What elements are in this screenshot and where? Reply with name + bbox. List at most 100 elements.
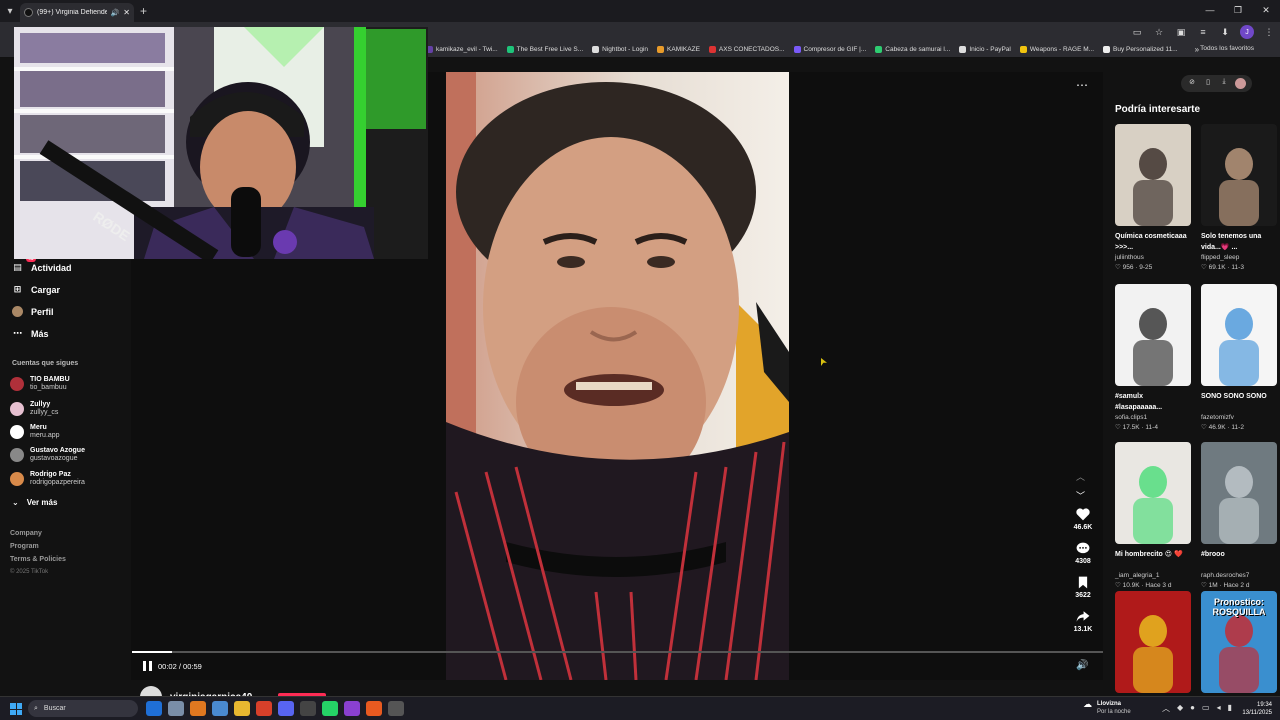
app-icon[interactable] <box>168 701 184 716</box>
bookmark-label: kamikaze_evil - Twi... <box>436 46 498 53</box>
recommended-video-card[interactable]: Química cosmeticaaa >>>... juliinthous ♡ 9… <box>1115 124 1191 271</box>
playback-time: 00:02 / 00:59 <box>158 662 202 671</box>
obs-icon[interactable] <box>300 701 316 716</box>
browser-tab-bar: ▾ (99+) Virginia Defiende Su I 🔊 ✕ + — ❐… <box>0 0 1280 22</box>
more-bookmarks-icon[interactable]: » <box>1195 45 1199 54</box>
download-icon[interactable]: ⬇ <box>1218 25 1232 39</box>
edge-icon[interactable] <box>146 701 162 716</box>
comment-button[interactable]: 4308 <box>1068 542 1098 565</box>
taskbar-apps <box>146 701 404 716</box>
panel-toolbar: ⊘ ▯ ⤓ <box>1181 75 1252 92</box>
thumbnail-overlay-text: Pronostico: ROSQUILLA <box>1212 597 1266 617</box>
bookmark-item[interactable]: Buy Personalized 11... <box>1103 46 1178 53</box>
like-button[interactable]: 46.6K <box>1068 508 1098 531</box>
recommended-video-card[interactable]: #brooo raph.desroches7 ♡ 1M · Hace 2 d <box>1201 442 1277 589</box>
recommended-video-card[interactable]: Pronostico: ROSQUILLA <box>1201 591 1277 693</box>
nav-activity[interactable]: ▤ 46 Actividad <box>12 256 72 273</box>
maximize-button[interactable]: ❐ <box>1224 0 1252 22</box>
bookmark-item[interactable]: Cabeza de samurai l... <box>875 46 950 53</box>
card-likes: 1M <box>1208 582 1218 589</box>
app-icon[interactable] <box>212 701 228 716</box>
bookmark-item[interactable]: KAMIKAZE <box>657 46 700 53</box>
bookmark-item[interactable]: The Best Free Live S... <box>506 46 583 53</box>
pause-button[interactable] <box>143 661 153 672</box>
card-likes: 46.9K <box>1208 424 1226 431</box>
footer-terms[interactable]: Terms & Policies <box>10 556 66 563</box>
new-tab-button[interactable]: + <box>140 4 147 18</box>
phone-icon[interactable]: ▯ <box>1203 78 1213 89</box>
taskbar-search[interactable]: ⌕ Buscar <box>28 700 138 717</box>
card-username: raph.desroches7 <box>1201 572 1250 579</box>
video-player[interactable] <box>446 72 789 680</box>
discord-icon[interactable] <box>278 701 294 716</box>
star-icon[interactable]: ☆ <box>1152 25 1166 39</box>
video-progress-fill <box>132 651 172 653</box>
nav-profile[interactable]: Perfil <box>12 306 54 317</box>
recommended-video-card[interactable]: SONO SONO SONO fazetomizfv ♡ 46.9K · 11-2 <box>1201 284 1277 431</box>
see-more-button[interactable]: ⌄ Ver más <box>12 498 57 507</box>
user-avatar[interactable] <box>1235 78 1246 89</box>
media-icon[interactable]: ≡ <box>1196 25 1210 39</box>
bookmark-item[interactable]: kamikaze_evil - Twi... <box>426 46 498 53</box>
footer-program[interactable]: Program <box>10 543 39 550</box>
bookmark-item[interactable]: Inicio - PayPal <box>959 46 1011 53</box>
tray-app-icon[interactable]: ◆ <box>1177 703 1183 714</box>
battery-icon[interactable]: ▮ <box>1228 703 1232 714</box>
app-icon[interactable] <box>344 701 360 716</box>
save-button[interactable]: 3622 <box>1068 576 1098 599</box>
minimize-button[interactable]: — <box>1196 0 1224 22</box>
following-account[interactable]: Zullyy zullyy_cs <box>10 401 58 417</box>
following-account[interactable]: Rodrigo Paz rodrigopazpereira <box>10 471 85 487</box>
recommended-video-card[interactable]: Solo tenemos una vida...💗 ... flipped_sle… <box>1201 124 1277 271</box>
bookmark-item[interactable]: Compresor de GIF |... <box>793 46 866 53</box>
account-handle: tio_bambuu <box>30 384 67 391</box>
plus-square-icon: ⊞ <box>13 284 22 294</box>
following-account[interactable]: TIO BAMBU tio_bambuu <box>10 376 70 392</box>
menu-icon[interactable]: ⋮ <box>1262 25 1276 39</box>
volume-icon[interactable]: ◂ <box>1217 703 1221 714</box>
app-icon[interactable] <box>388 701 404 716</box>
heart-icon: ♡ <box>1201 582 1207 589</box>
compass-icon[interactable]: ⊘ <box>1187 78 1197 89</box>
windows-start-icon[interactable] <box>10 703 22 715</box>
footer-company[interactable]: Company <box>10 530 42 537</box>
bookmark-item[interactable]: AXS CONECTADOS... <box>708 46 785 53</box>
bookmark-favicon-icon <box>657 46 665 53</box>
taskbar-clock[interactable]: 19:34 13/11/2025 <box>1238 701 1272 717</box>
bookmark-item[interactable]: Nightbot - Login <box>592 46 648 53</box>
app-icon[interactable] <box>190 701 206 716</box>
following-account[interactable]: Meru meru.app <box>10 424 60 440</box>
microphone-icon[interactable]: ● <box>1190 703 1195 714</box>
card-date: 11-3 <box>1231 264 1244 271</box>
more-options-button[interactable]: ⋯ <box>1076 78 1088 92</box>
profile-avatar[interactable]: J <box>1240 25 1254 39</box>
following-account[interactable]: Gustavo Azogue gustavoazogue <box>10 447 85 463</box>
cast-icon[interactable]: ▭ <box>1130 25 1144 39</box>
chevron-up-icon[interactable]: ︿ <box>1162 703 1170 714</box>
folder-icon[interactable] <box>234 701 250 716</box>
active-tab[interactable]: (99+) Virginia Defiende Su I 🔊 ✕ <box>20 3 134 22</box>
weather-widget[interactable]: ☁ Llovizna Por la noche <box>1083 700 1131 716</box>
nav-more[interactable]: ⋯ Más <box>12 328 49 339</box>
close-window-button[interactable]: ✕ <box>1252 0 1280 22</box>
chrome-icon[interactable] <box>256 701 272 716</box>
nav-upload[interactable]: ⊞ Cargar <box>12 284 60 295</box>
brave-icon[interactable] <box>366 701 382 716</box>
network-icon[interactable]: ▭ <box>1202 703 1210 714</box>
volume-icon[interactable]: 🔊 <box>1076 660 1088 671</box>
recommended-video-card[interactable]: Mi hombrecito 😍 ❤️ _iam_alegria_1 ♡ 10.9K … <box>1115 442 1191 589</box>
recommended-video-card[interactable] <box>1115 591 1191 693</box>
share-button[interactable]: 13.1K <box>1068 610 1098 633</box>
video-progress-bar[interactable] <box>132 651 1103 653</box>
tab-search-button[interactable]: ▾ <box>0 1 20 21</box>
heart-icon: ♡ <box>1201 424 1207 431</box>
recommended-video-card[interactable]: #samulx #lasapaaaaa... sofia.clips1 ♡ 17.5… <box>1115 284 1191 431</box>
close-tab-icon[interactable]: ✕ <box>123 8 130 17</box>
bookmark-item[interactable]: Weapons - RAGE M... <box>1019 46 1094 53</box>
previous-video-button[interactable]: ︿ <box>1076 470 1085 483</box>
all-bookmarks-folder[interactable]: Todos los favoritos <box>1200 45 1254 52</box>
whatsapp-icon[interactable] <box>322 701 338 716</box>
extensions-icon[interactable]: ▣ <box>1174 25 1188 39</box>
download-icon[interactable]: ⤓ <box>1219 78 1229 89</box>
next-video-button[interactable]: ﹀ <box>1076 489 1085 502</box>
